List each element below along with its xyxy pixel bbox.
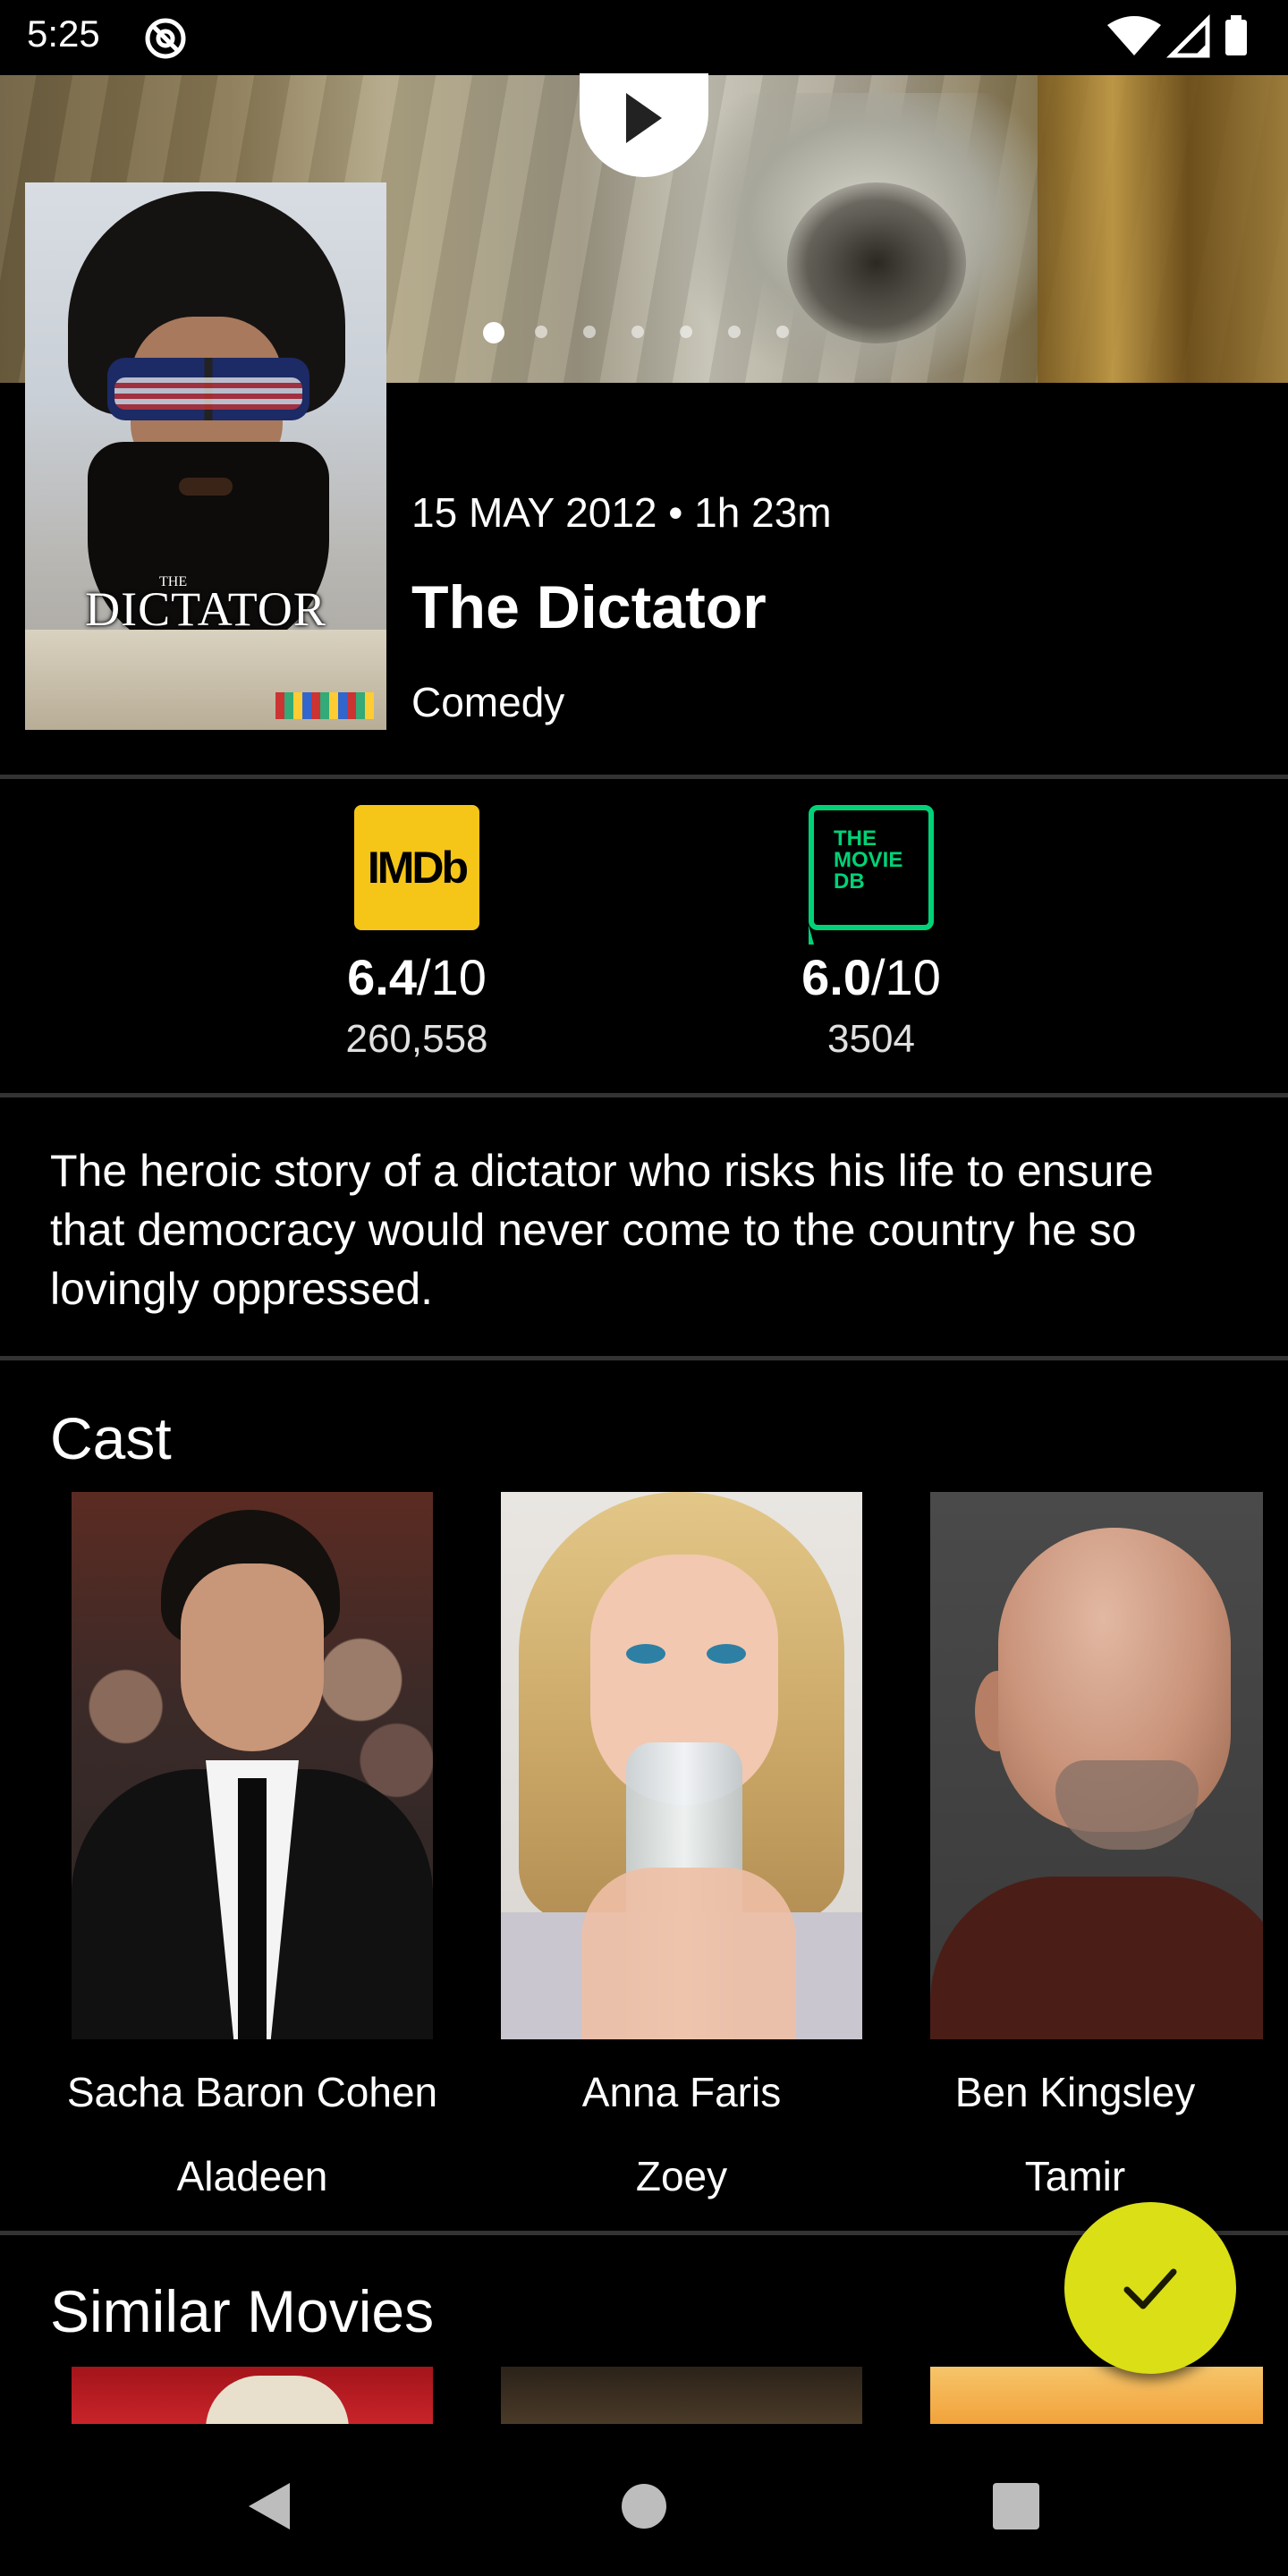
imdb-score: 6.4/10 [347, 949, 487, 1005]
cast-photo [930, 1492, 1263, 2039]
imdb-rating[interactable]: IMDb 6.4/10 260,558 [283, 805, 551, 1062]
cast-photo [501, 1492, 862, 2039]
imdb-vote-count: 260,558 [345, 1017, 488, 1061]
status-time: 5:25 [27, 13, 100, 55]
movie-title: The Dictator [411, 573, 767, 641]
carousel-indicator [483, 320, 805, 343]
cast-card[interactable]: Sacha Baron Cohen Aladeen [67, 1492, 437, 2199]
carousel-dot [483, 322, 504, 343]
wifi-icon [1107, 16, 1161, 55]
similar-movie-poster[interactable] [930, 2367, 1263, 2424]
cast-character: Zoey [635, 2153, 728, 2199]
at-sign-icon [145, 18, 186, 59]
carousel-dot [728, 326, 741, 338]
divider [0, 1093, 1288, 1097]
back-icon[interactable] [234, 2470, 306, 2542]
cast-name: Ben Kingsley [954, 2069, 1196, 2115]
status-bar: 5:25 [0, 0, 1288, 75]
divider [0, 1356, 1288, 1360]
recents-icon[interactable] [980, 2470, 1052, 2542]
imdb-logo: IMDb [354, 805, 479, 930]
similar-movies-title: Similar Movies [50, 2278, 435, 2344]
tmdb-score: 6.0/10 [801, 949, 941, 1005]
cast-card[interactable]: Anna Faris Zoey [501, 1492, 862, 2199]
carousel-dot [631, 326, 644, 338]
cast-character: Aladeen [176, 2153, 328, 2199]
carousel-dot [680, 326, 692, 338]
tmdb-logo: THE MOVIE DB [809, 805, 934, 945]
movie-poster[interactable]: THE DICTATOR [25, 182, 386, 730]
movie-genre: Comedy [411, 679, 565, 725]
battery-icon [1225, 20, 1247, 55]
check-icon [1123, 2268, 1177, 2309]
cast-character: Tamir [1024, 2153, 1126, 2199]
mark-watched-button[interactable] [1064, 2202, 1236, 2374]
movie-overview: The heroic story of a dictator who risks… [50, 1146, 1154, 1314]
poster-title: DICTATOR [85, 582, 326, 636]
divider [0, 775, 1288, 779]
home-icon[interactable] [608, 2470, 680, 2542]
carousel-dot [535, 326, 547, 338]
similar-movie-poster[interactable] [501, 2367, 862, 2424]
carousel-dot [776, 326, 789, 338]
similar-movie-poster[interactable] [72, 2367, 433, 2424]
cast-card[interactable]: Ben Kingsley Tamir [930, 1492, 1263, 2199]
carousel-dot [583, 326, 596, 338]
tmdb-rating[interactable]: THE MOVIE DB 6.0/10 3504 [737, 805, 1005, 1062]
status-icons [1107, 13, 1247, 58]
cast-name: Anna Faris [581, 2069, 782, 2115]
tmdb-vote-count: 3504 [827, 1017, 915, 1061]
cast-section-title: Cast [50, 1405, 172, 1471]
play-icon [626, 93, 662, 143]
cast-photo [72, 1492, 433, 2039]
cast-name: Sacha Baron Cohen [66, 2069, 438, 2115]
release-date-runtime: 15 MAY 2012 • 1h 23m [411, 489, 832, 536]
system-nav-bar [0, 2426, 1288, 2576]
